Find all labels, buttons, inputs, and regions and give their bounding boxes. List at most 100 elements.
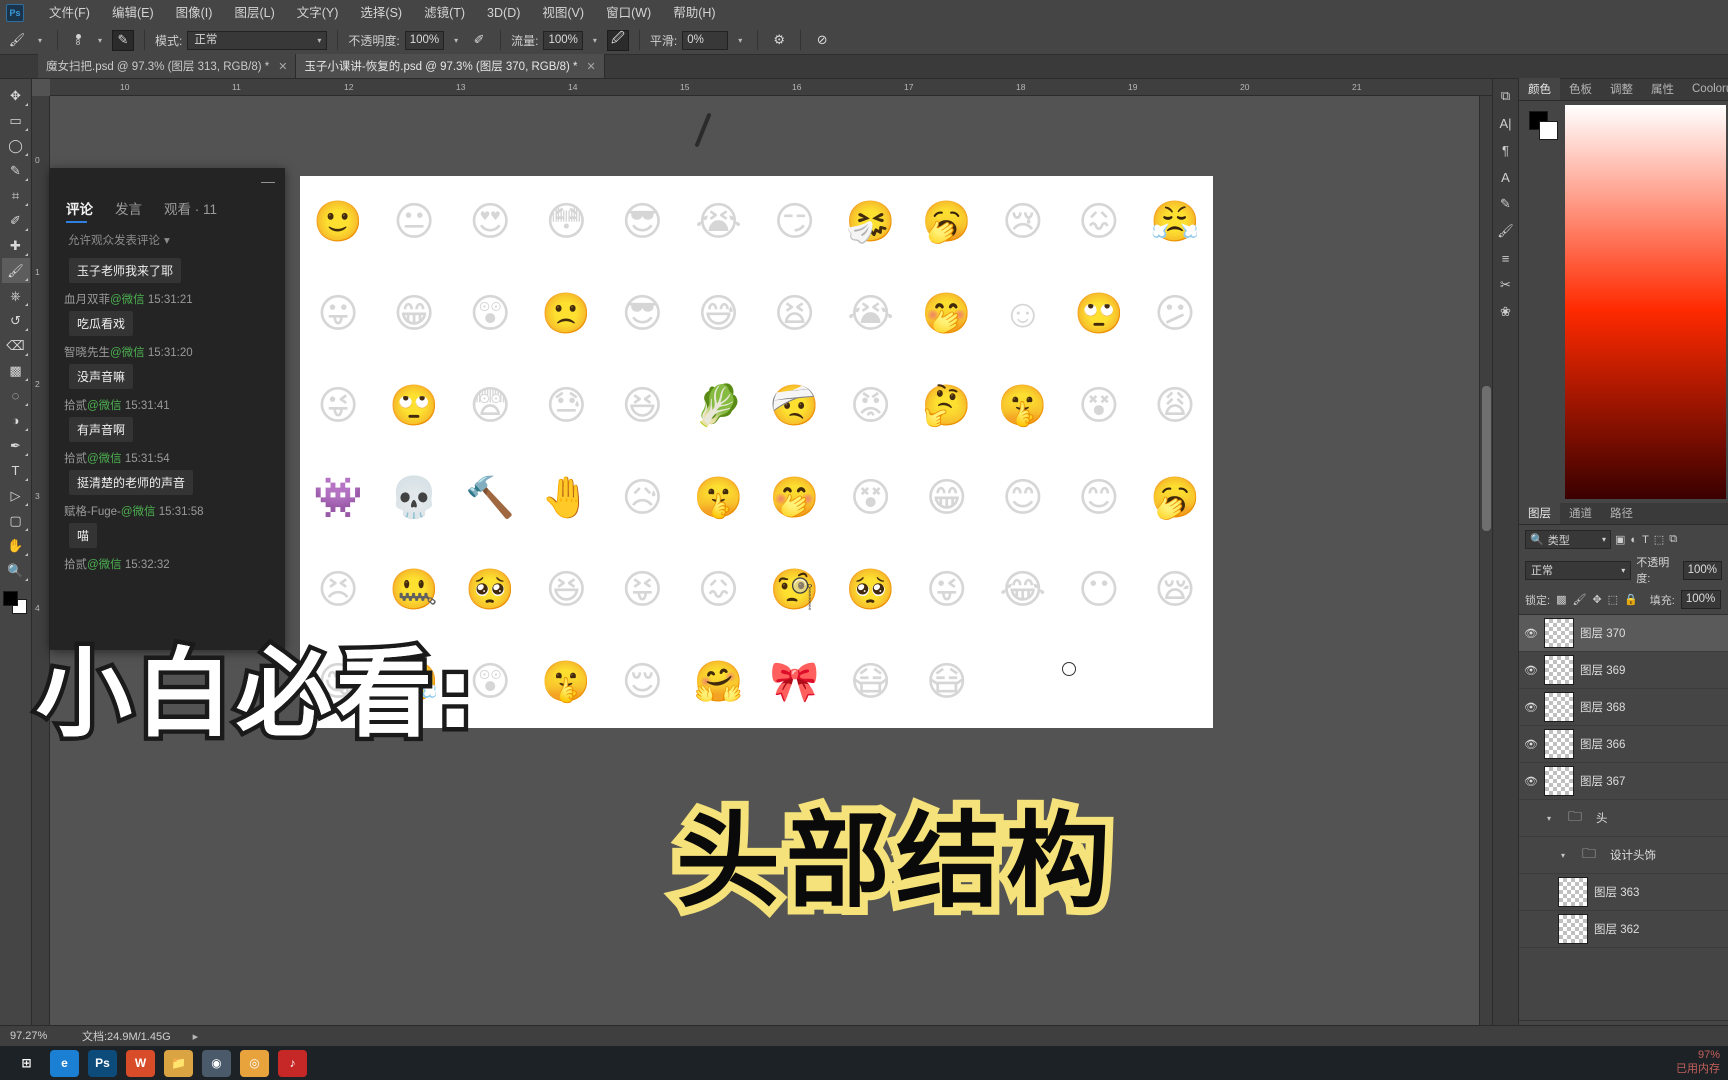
- minimize-icon[interactable]: —: [261, 173, 275, 189]
- brush-size-preview[interactable]: 8: [68, 33, 88, 47]
- chrome-icon[interactable]: ◎: [240, 1049, 269, 1077]
- brush-tool[interactable]: 🖌: [1, 258, 30, 283]
- layer-row[interactable]: 👁 图层 370: [1519, 615, 1728, 652]
- brush-panel-toggle-icon[interactable]: ✎: [112, 29, 134, 51]
- wps-icon[interactable]: W: [126, 1049, 155, 1077]
- menu-help[interactable]: 帮助(H): [662, 0, 726, 26]
- panel-icon-type[interactable]: A: [1494, 164, 1518, 190]
- layer-thumbnail[interactable]: [1544, 692, 1574, 722]
- foreground-color-swatch[interactable]: [2, 591, 18, 606]
- background-color-swatch[interactable]: [1539, 121, 1558, 140]
- windows-start-icon[interactable]: ⊞: [12, 1049, 41, 1077]
- lock-transparency-icon[interactable]: ▩: [1556, 593, 1566, 606]
- live-chat-panel[interactable]: — 评论 发言 观看 · 11 允许观众发表评论 ▾ 玉子老师我来了耶 血月双菲@…: [50, 168, 285, 650]
- photoshop-icon[interactable]: Ps: [88, 1049, 117, 1077]
- eyedropper-tool[interactable]: ✐: [2, 208, 30, 233]
- history-brush-tool[interactable]: ↺: [2, 308, 30, 333]
- filter-adjustment-icon[interactable]: ◐: [1630, 534, 1637, 546]
- layer-blend-mode-select[interactable]: 正常 ▾: [1525, 560, 1632, 580]
- layer-row[interactable]: 图层 362: [1519, 911, 1728, 948]
- airbrush-icon[interactable]: 🖉: [606, 29, 629, 51]
- menu-edit[interactable]: 编辑(E): [101, 0, 165, 26]
- layer-thumbnail[interactable]: [1544, 655, 1574, 685]
- clone-stamp-tool[interactable]: ⎈: [2, 283, 30, 308]
- lasso-tool[interactable]: ◯: [2, 133, 30, 158]
- panel-icon-brush-settings[interactable]: ✎: [1494, 191, 1518, 217]
- obs-icon[interactable]: ◉: [202, 1049, 231, 1077]
- color-swatches[interactable]: [1529, 111, 1558, 140]
- tab-color[interactable]: 颜色: [1519, 78, 1560, 100]
- menu-view[interactable]: 视图(V): [531, 0, 595, 26]
- close-icon[interactable]: ✕: [586, 60, 595, 73]
- type-tool[interactable]: T: [2, 458, 30, 483]
- shape-tool[interactable]: ▢: [2, 508, 30, 533]
- panel-icon-actions[interactable]: ✂: [1494, 272, 1518, 298]
- tab-properties[interactable]: 属性: [1642, 78, 1683, 100]
- tool-color-swatches[interactable]: [2, 591, 29, 615]
- menu-type[interactable]: 文字(Y): [286, 0, 350, 26]
- layer-thumbnail[interactable]: [1544, 766, 1574, 796]
- color-panel[interactable]: [1519, 101, 1728, 503]
- layer-thumbnail[interactable]: [1544, 729, 1574, 759]
- layer-fill-input[interactable]: 100%: [1680, 590, 1721, 609]
- status-zoom-level[interactable]: 97.27%: [0, 1030, 68, 1042]
- gradient-tool[interactable]: ▩: [2, 358, 30, 383]
- eye-icon[interactable]: 👁: [1524, 701, 1538, 714]
- lock-all-icon[interactable]: 🔒: [1624, 593, 1638, 606]
- canvas-vertical-scrollbar[interactable]: [1479, 96, 1492, 1046]
- layer-thumbnail[interactable]: [1544, 618, 1574, 648]
- lock-image-icon[interactable]: 🖌: [1572, 593, 1586, 606]
- marquee-tool[interactable]: ▭: [2, 108, 30, 133]
- brush-size-caret-icon[interactable]: ▾: [93, 36, 107, 45]
- layer-row[interactable]: 图层 363: [1519, 874, 1728, 911]
- explorer-icon[interactable]: 📁: [164, 1049, 193, 1077]
- brush-preset-icon[interactable]: 🖌: [6, 30, 28, 51]
- chevron-down-icon[interactable]: ▾: [1558, 851, 1568, 860]
- panel-icon-adjustments[interactable]: ≡: [1494, 245, 1518, 271]
- tab-swatches[interactable]: 色板: [1560, 78, 1601, 100]
- menu-select[interactable]: 选择(S): [349, 0, 413, 26]
- chat-tab-speak[interactable]: 发言: [115, 198, 142, 223]
- pen-tool[interactable]: ✒: [2, 433, 30, 458]
- opacity-pressure-icon[interactable]: ✐: [468, 30, 490, 51]
- chevron-down-icon[interactable]: ▾: [1544, 814, 1554, 823]
- layer-filter-select[interactable]: 🔍 类型 ▾: [1525, 530, 1611, 549]
- quick-select-tool[interactable]: ✎: [2, 158, 30, 183]
- symmetry-icon[interactable]: ⊘: [811, 30, 833, 51]
- smoothing-caret-icon[interactable]: ▾: [733, 36, 747, 45]
- dodge-tool[interactable]: ◑: [2, 408, 30, 433]
- menu-image[interactable]: 图像(I): [165, 0, 224, 26]
- panel-icon-character[interactable]: A|: [1494, 110, 1518, 136]
- document-tab-1[interactable]: 魔女扫把.psd @ 97.3% (图层 313, RGB/8) * ✕: [38, 54, 297, 78]
- chat-message-list[interactable]: 玉子老师我来了耶 血月双菲@微信 15:31:21 吃瓜看戏 智晓先生@微信 15:3…: [50, 252, 285, 574]
- panel-icon-clone-source[interactable]: ❀: [1494, 299, 1518, 325]
- eye-icon[interactable]: 👁: [1524, 664, 1538, 677]
- panel-icon-paragraph[interactable]: ¶: [1494, 137, 1518, 163]
- layer-thumbnail[interactable]: [1558, 914, 1588, 944]
- menu-filter[interactable]: 滤镜(T): [413, 0, 476, 26]
- menu-window[interactable]: 窗口(W): [595, 0, 662, 26]
- document-tab-2[interactable]: 玉子小课讲-恢复的.psd @ 97.3% (图层 370, RGB/8) * …: [296, 54, 605, 78]
- filter-type-icon[interactable]: T: [1642, 534, 1649, 546]
- lock-position-icon[interactable]: ✥: [1592, 593, 1601, 606]
- layer-row[interactable]: 👁 图层 369: [1519, 652, 1728, 689]
- brush-preset-caret-icon[interactable]: ▾: [33, 36, 47, 45]
- eraser-tool[interactable]: ⌫: [2, 333, 30, 358]
- edge-icon[interactable]: e: [50, 1049, 79, 1077]
- crop-tool[interactable]: ⌗: [2, 183, 30, 208]
- move-tool[interactable]: ✥: [2, 83, 30, 108]
- filter-pixel-icon[interactable]: ▣: [1615, 533, 1625, 546]
- lock-artboard-icon[interactable]: ⬚: [1608, 593, 1618, 606]
- chat-tab-comments[interactable]: 评论: [66, 198, 93, 223]
- color-picker-ramp[interactable]: [1565, 105, 1726, 499]
- path-select-tool[interactable]: ▷: [2, 483, 30, 508]
- layer-row[interactable]: 👁 图层 366: [1519, 726, 1728, 763]
- hand-tool[interactable]: ✋: [2, 533, 30, 558]
- chat-tab-viewers[interactable]: 观看 · 11: [164, 198, 217, 223]
- menu-file[interactable]: 文件(F): [38, 0, 101, 26]
- blur-tool[interactable]: ◌: [2, 383, 30, 408]
- eye-icon[interactable]: 👁: [1524, 738, 1538, 751]
- status-expand-icon[interactable]: ▸: [171, 1030, 199, 1043]
- artboard[interactable]: 🙂 😐 😍 😳 😎 😭 😏 🤧 🥱 😢 😖 😤 😛 😁 😲 🙁 😎 😅 😫 😭 🤭 ☺ 🙄 😕 😜 🙄 😨 😓 😆 🥬 🤕 😡 🤔 🤫 😵 😩 👾 💀 🔨 🤚…: [300, 176, 1213, 728]
- opacity-caret-icon[interactable]: ▾: [449, 36, 463, 45]
